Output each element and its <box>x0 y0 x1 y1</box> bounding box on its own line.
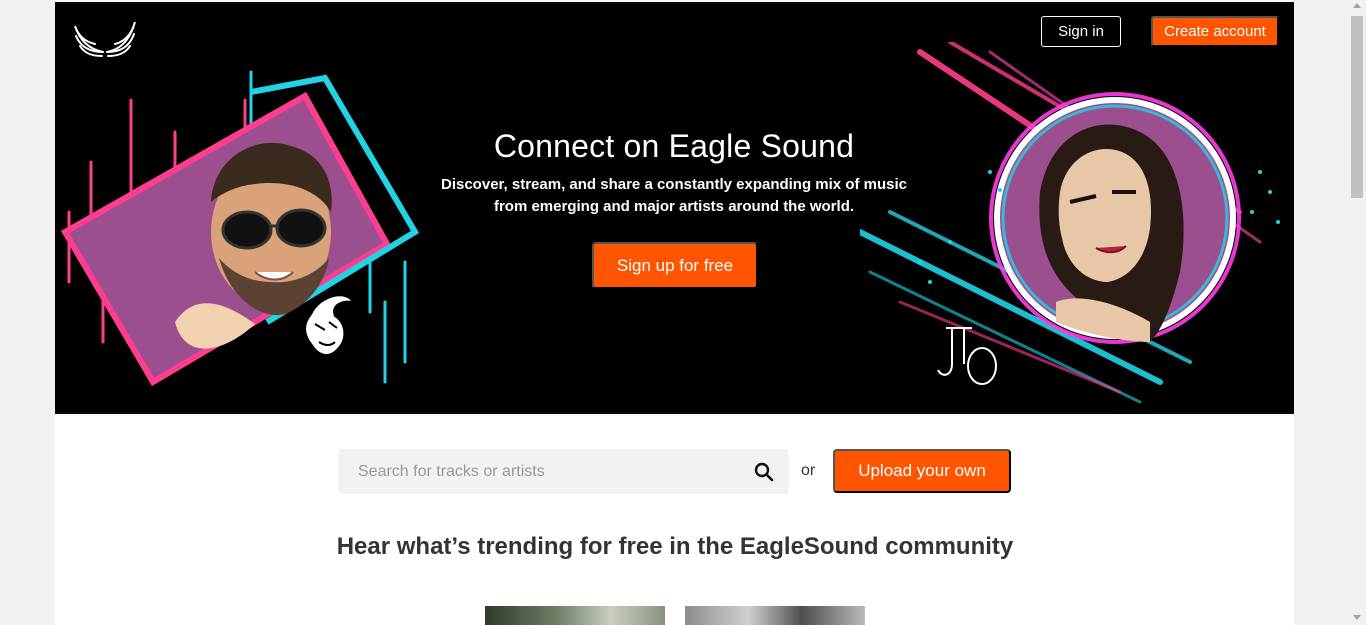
search-box <box>338 449 789 494</box>
track-thumbnail[interactable] <box>685 606 865 625</box>
search-input[interactable] <box>338 449 748 494</box>
hero-banner: Sign in Create account Connect on Eagle … <box>55 2 1294 414</box>
eagle-wings-icon[interactable] <box>71 18 139 60</box>
upload-button[interactable]: Upload your own <box>833 449 1011 493</box>
page: Sign in Create account Connect on Eagle … <box>55 0 1294 625</box>
artist-portrait-right <box>860 42 1280 404</box>
scroll-down-arrow-icon[interactable] <box>1353 615 1361 620</box>
sign-up-button[interactable]: Sign up for free <box>592 242 758 289</box>
search-icon[interactable] <box>754 462 774 482</box>
or-separator: or <box>801 462 816 479</box>
scroll-thumb[interactable] <box>1351 16 1363 198</box>
artist-portrait-left <box>60 70 420 387</box>
track-thumbnail[interactable] <box>485 606 665 625</box>
vertical-scrollbar[interactable] <box>1349 0 1366 625</box>
trending-heading: Hear what’s trending for free in the Eag… <box>336 533 1014 560</box>
scroll-up-arrow-icon[interactable] <box>1353 3 1361 8</box>
